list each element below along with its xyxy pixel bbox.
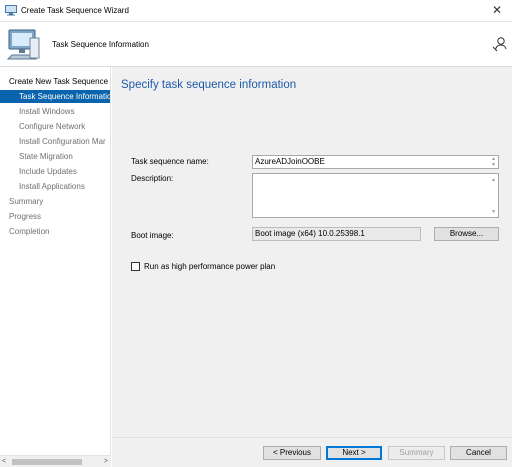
next-button[interactable]: Next > [326, 446, 382, 460]
nav-install-applications[interactable]: Install Applications [19, 180, 85, 193]
task-sequence-name-value: AzureADJoinOOBE [255, 157, 325, 166]
power-plan-label: Run as high performance power plan [144, 262, 276, 271]
description-scroll-down-icon[interactable]: ▼ [490, 209, 497, 215]
task-sequence-name-label: Task sequence name: [131, 157, 209, 166]
wizard-footer: < Previous Next > Summary Cancel [112, 437, 512, 467]
description-label: Description: [131, 174, 174, 183]
wizard-content: Specify task sequence information Task s… [112, 67, 512, 437]
nav-task-sequence-information[interactable]: Task Sequence Informatio [0, 90, 110, 103]
scroll-left-icon[interactable]: < [2, 458, 6, 465]
description-textarea[interactable]: ▲ ▼ [252, 173, 499, 218]
computer-wizard-icon [6, 29, 40, 60]
nav-summary[interactable]: Summary [9, 195, 43, 208]
cancel-button[interactable]: Cancel [450, 446, 507, 460]
nav-install-windows[interactable]: Install Windows [19, 105, 75, 118]
boot-image-label: Boot image: [131, 231, 174, 240]
previous-button[interactable]: < Previous [263, 446, 321, 460]
help-person-icon [492, 37, 507, 52]
scrollbar-thumb[interactable] [12, 459, 82, 465]
wizard-app-icon [5, 5, 17, 16]
description-scroll-up-icon[interactable]: ▲ [490, 177, 497, 183]
nav-include-updates[interactable]: Include Updates [19, 165, 77, 178]
nav-create-new-task-sequence[interactable]: Create New Task Sequence [9, 75, 108, 88]
title-bar: Create Task Sequence Wizard ✕ [0, 0, 512, 22]
nav-install-configuration-manager[interactable]: Install Configuration Mar [19, 135, 106, 148]
wizard-steps-pane: Create New Task Sequence Task Sequence I… [0, 67, 111, 467]
task-sequence-name-input[interactable]: AzureADJoinOOBE ▲ ▼ [252, 155, 499, 169]
name-scroll-down-icon: ▼ [491, 162, 496, 168]
nav-completion[interactable]: Completion [9, 225, 49, 238]
close-icon[interactable]: ✕ [482, 0, 512, 22]
page-title: Task Sequence Information [52, 40, 149, 49]
boot-image-field: Boot image (x64) 10.0.25398.1 [252, 227, 421, 241]
browse-button[interactable]: Browse... [434, 227, 499, 241]
nav-configure-network[interactable]: Configure Network [19, 120, 85, 133]
power-plan-checkbox[interactable] [131, 262, 140, 271]
window-title: Create Task Sequence Wizard [21, 6, 129, 15]
nav-progress[interactable]: Progress [9, 210, 41, 223]
wizard-header: Task Sequence Information [0, 22, 512, 67]
nav-horizontal-scrollbar[interactable]: < > [0, 455, 111, 467]
section-heading: Specify task sequence information [121, 79, 297, 91]
nav-state-migration[interactable]: State Migration [19, 150, 73, 163]
scroll-right-icon[interactable]: > [104, 458, 108, 465]
summary-button: Summary [388, 446, 445, 460]
